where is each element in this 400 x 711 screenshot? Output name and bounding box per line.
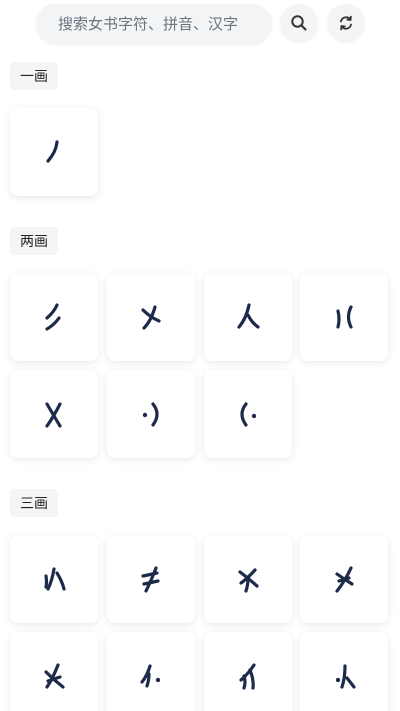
search-input[interactable] <box>56 14 260 34</box>
character-card[interactable] <box>107 632 195 711</box>
nushu-glyph-icon <box>336 305 353 329</box>
character-card[interactable] <box>10 273 98 361</box>
character-card[interactable] <box>204 370 292 458</box>
section-label-2-strokes: 两画 <box>10 227 58 255</box>
nushu-glyph-icon <box>44 663 65 689</box>
refresh-button[interactable] <box>327 4 365 42</box>
nushu-glyph-icon <box>239 663 256 690</box>
app-screen: 一画 两画 <box>0 0 400 711</box>
nushu-glyph-icon <box>142 402 159 427</box>
nushu-glyph-icon <box>141 566 160 593</box>
search-box[interactable] <box>36 4 272 44</box>
character-card[interactable] <box>107 370 195 458</box>
character-card[interactable] <box>204 632 292 711</box>
nushu-glyph-icon <box>240 402 257 427</box>
nushu-glyph-icon <box>238 568 259 593</box>
character-card[interactable] <box>300 273 388 361</box>
section-label-3-strokes: 三画 <box>10 489 58 517</box>
nushu-glyph-icon <box>46 140 59 163</box>
nushu-glyph-icon <box>141 305 161 330</box>
section-label-1-stroke: 一画 <box>10 62 58 90</box>
character-card[interactable] <box>10 370 98 458</box>
nushu-glyph-icon <box>44 567 66 591</box>
search-icon <box>291 15 307 31</box>
nushu-glyph-icon <box>237 303 260 329</box>
nushu-glyph-icon <box>335 566 354 593</box>
character-card[interactable] <box>204 273 292 361</box>
character-card[interactable] <box>107 535 195 623</box>
nushu-glyph-icon <box>140 664 161 688</box>
top-bar <box>0 0 400 52</box>
nushu-glyph-icon <box>45 303 61 331</box>
character-card[interactable] <box>10 108 98 196</box>
refresh-icon <box>340 15 352 31</box>
character-card[interactable] <box>300 632 388 711</box>
nushu-glyph-icon <box>45 402 62 428</box>
character-card[interactable] <box>300 535 388 623</box>
search-button[interactable] <box>280 4 318 42</box>
nushu-glyph-icon <box>335 664 356 689</box>
character-card[interactable] <box>10 535 98 623</box>
character-card[interactable] <box>107 273 195 361</box>
character-card[interactable] <box>10 632 98 711</box>
character-card[interactable] <box>204 535 292 623</box>
